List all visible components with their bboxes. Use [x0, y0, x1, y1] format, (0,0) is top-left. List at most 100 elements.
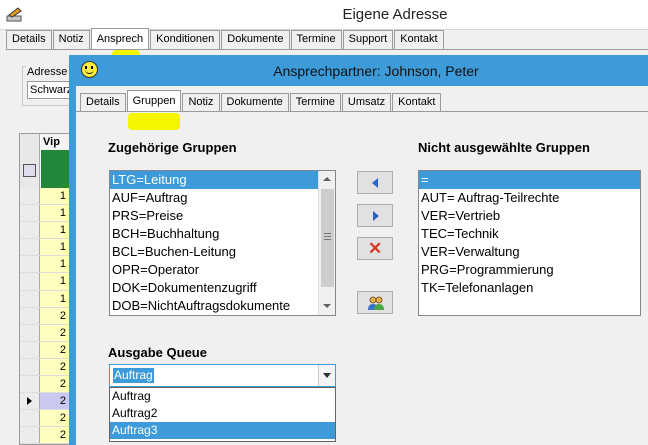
table-row[interactable]: 1 — [20, 256, 69, 274]
vip-cell: 1 — [40, 273, 69, 290]
row-header[interactable] — [20, 205, 40, 222]
row-header[interactable] — [20, 427, 40, 444]
tab-dokumente[interactable]: Dokumente — [221, 30, 290, 49]
row-header[interactable] — [20, 239, 40, 256]
grid-filter-icon[interactable] — [23, 164, 36, 177]
group-members-button[interactable] — [357, 291, 393, 314]
row-header[interactable] — [20, 393, 40, 410]
table-row[interactable]: 1 — [20, 239, 69, 257]
table-row[interactable]: 2 — [20, 324, 69, 342]
tab-notiz[interactable]: Notiz — [182, 93, 220, 112]
vip-cell: 1 — [40, 239, 69, 256]
table-row[interactable]: 2 — [20, 376, 69, 394]
table-row[interactable]: 2 — [20, 341, 69, 359]
queue-selected-value: Auftrag — [113, 368, 154, 383]
chevron-down-icon[interactable] — [318, 365, 335, 386]
tab-termine[interactable]: Termine — [290, 30, 342, 49]
row-header[interactable] — [20, 376, 40, 393]
scrollbar-thumb[interactable] — [321, 189, 334, 287]
table-row[interactable]: 2 — [20, 393, 69, 411]
list-item[interactable]: PRS=Preise — [110, 207, 335, 225]
people-icon — [368, 296, 384, 310]
assigned-groups-scrollbar[interactable] — [318, 171, 335, 315]
adresse-label: Adresse — [26, 66, 69, 78]
vip-cell: 1 — [40, 256, 69, 273]
row-header[interactable] — [20, 324, 40, 341]
row-header[interactable] — [20, 256, 40, 273]
list-item[interactable]: DOB=NichtAuftragsdokumente — [110, 297, 335, 315]
row-header[interactable] — [20, 188, 40, 205]
tab-notiz[interactable]: Notiz — [52, 30, 90, 49]
assigned-groups-list[interactable]: LTG=Leitung AUF=Auftrag PRS=Preise BCH=Buch… — [109, 170, 336, 316]
vip-cell: 1 — [40, 222, 69, 239]
assigned-groups-label: Zugehörige Gruppen — [108, 140, 237, 155]
tab-konditionen[interactable]: Konditionen — [150, 30, 221, 49]
row-header[interactable] — [20, 358, 40, 376]
dropdown-option[interactable]: Auftrag — [110, 388, 335, 405]
tab-kontakt[interactable]: Kontakt — [392, 93, 442, 112]
unassigned-groups-list[interactable]: = AUT= Auftrag-Teilrechte VER=Vertrieb TEC=… — [418, 170, 641, 316]
unassigned-groups-items: = AUT= Auftrag-Teilrechte VER=Vertrieb TEC=… — [419, 171, 640, 297]
grid-row-header-corner — [20, 134, 40, 192]
scrollbar-grip-icon — [324, 233, 331, 234]
list-item[interactable]: BCH=Buchhaltung — [110, 225, 335, 243]
row-header[interactable] — [20, 222, 40, 239]
table-row[interactable]: 1 — [20, 290, 69, 308]
queue-combobox[interactable]: Auftrag — [109, 364, 336, 387]
list-item[interactable]: LTG=Leitung — [110, 171, 335, 189]
tab-details[interactable]: Details — [80, 93, 126, 112]
app-pencil-icon — [6, 7, 22, 22]
unassigned-groups-label: Nicht ausgewählte Gruppen — [418, 140, 590, 155]
scroll-up-arrow-icon[interactable] — [319, 171, 335, 188]
outer-window-title: Eigene Adresse — [342, 6, 448, 23]
table-row[interactable]: 2 — [20, 358, 69, 377]
row-header[interactable] — [20, 307, 40, 324]
table-row[interactable]: 2 — [20, 307, 69, 325]
queue-dropdown-list[interactable]: Auftrag Auftrag2 Auftrag3 — [109, 387, 336, 442]
grid-column-vip[interactable]: Vip — [41, 134, 69, 150]
table-row[interactable]: 1 — [20, 188, 69, 206]
row-header[interactable] — [20, 273, 40, 290]
tab-support[interactable]: Support — [342, 30, 394, 49]
table-row[interactable]: 1 — [20, 273, 69, 291]
vip-cell: 2 — [40, 307, 69, 324]
list-item[interactable]: VER=Vertrieb — [419, 207, 640, 225]
list-item[interactable]: DOK=Dokumentenzugriff — [110, 279, 335, 297]
delete-group-button[interactable]: ✕ — [357, 237, 393, 260]
tab-dokumente[interactable]: Dokumente — [220, 93, 289, 112]
list-item[interactable]: TK=Telefonanlagen — [419, 279, 640, 297]
tab-umsatz[interactable]: Umsatz — [341, 93, 392, 112]
list-item[interactable]: AUT= Auftrag-Teilrechte — [419, 189, 640, 207]
tab-ansprech[interactable]: Ansprech — [90, 28, 150, 49]
grid-filter-row — [41, 150, 69, 190]
list-item[interactable]: AUF=Auftrag — [110, 189, 335, 207]
list-item[interactable]: BCL=Buchen-Leitung — [110, 243, 335, 261]
tab-termine[interactable]: Termine — [289, 93, 341, 112]
list-item[interactable]: PRG=Programmierung — [419, 261, 640, 279]
table-row[interactable]: 2 — [20, 427, 69, 445]
list-item[interactable]: VER=Verwaltung — [419, 243, 640, 261]
list-item[interactable]: OPR=Operator — [110, 261, 335, 279]
list-item[interactable]: TEC=Technik — [419, 225, 640, 243]
row-header[interactable] — [20, 341, 40, 358]
dropdown-option[interactable]: Auftrag2 — [110, 405, 335, 422]
add-group-button[interactable] — [357, 171, 393, 194]
table-row[interactable]: 1 — [20, 222, 69, 240]
queue-label: Ausgabe Queue — [108, 345, 207, 360]
red-x-icon: ✕ — [368, 239, 383, 258]
ansprechpartner-dialog: Ansprechpartner: Johnson, Peter Details G… — [69, 55, 648, 445]
remove-group-button[interactable] — [357, 204, 393, 227]
dropdown-option[interactable]: Auftrag3 — [110, 422, 335, 439]
row-header[interactable] — [20, 410, 40, 427]
tab-gruppen[interactable]: Gruppen — [126, 90, 182, 112]
row-header[interactable] — [20, 290, 40, 307]
table-row[interactable]: 1 — [20, 205, 69, 223]
list-item[interactable]: = — [419, 171, 640, 189]
dialog-titlebar[interactable]: Ansprechpartner: Johnson, Peter — [76, 56, 648, 86]
tab-details[interactable]: Details — [6, 30, 52, 49]
table-row[interactable]: 2 — [20, 410, 69, 428]
scroll-down-arrow-icon[interactable] — [319, 298, 335, 315]
grid-rows: 111111122222222 — [20, 188, 69, 445]
tab-kontakt[interactable]: Kontakt — [394, 30, 444, 49]
outer-titlebar: Eigene Adresse — [0, 0, 648, 30]
